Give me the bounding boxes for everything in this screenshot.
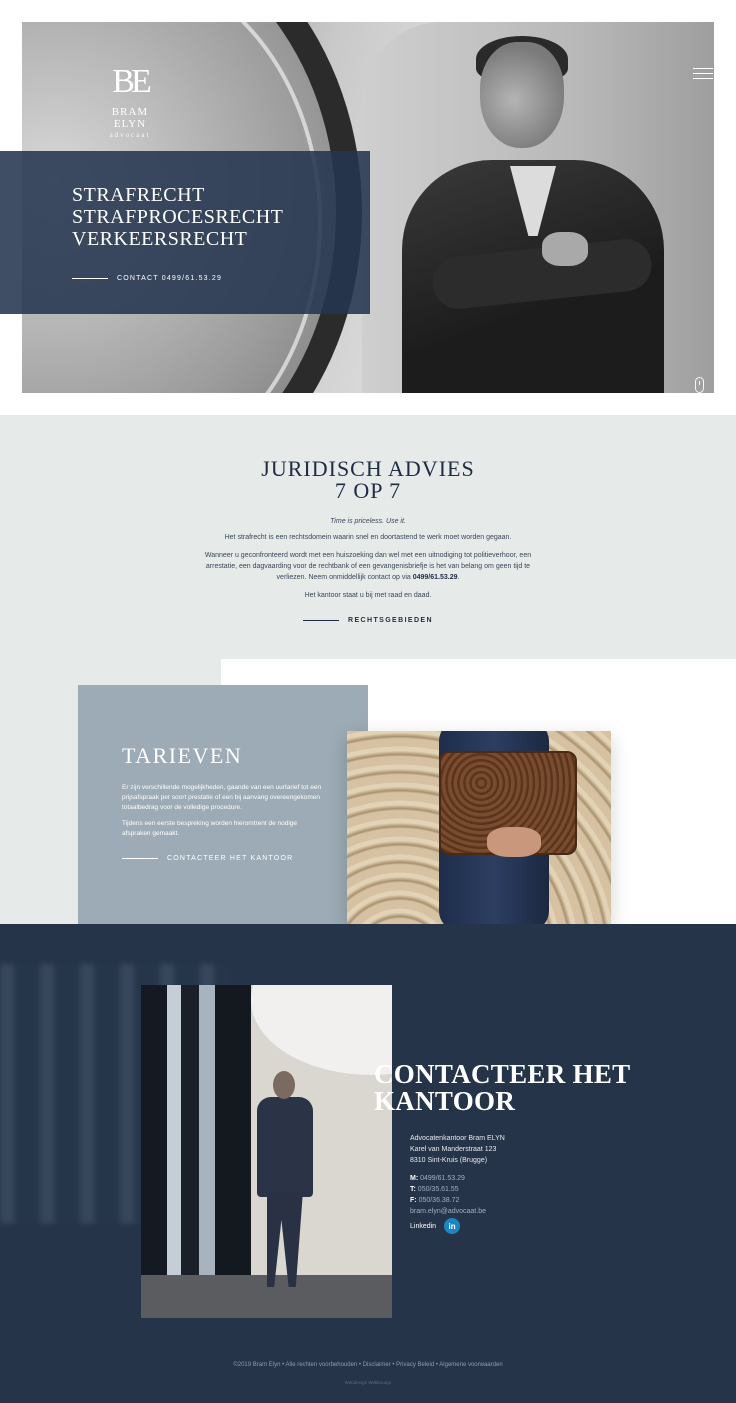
- fax-number: 050/36.38.72: [418, 1197, 460, 1204]
- practice-areas: STRAFRECHT STRAFPROCESRECHT VERKEERSRECH…: [72, 184, 370, 250]
- office-street: Karel van Manderstraat 123: [410, 1146, 497, 1153]
- tarieven-title: TARIEVEN: [122, 743, 243, 768]
- tarieven-paragraph-2: Tijdens een eerste bespreking worden hie…: [122, 820, 298, 837]
- fax-row: F: 050/36.38.72: [410, 1197, 460, 1204]
- advies-paragraph-3: Het kantoor staat u bij met raad en daad…: [304, 592, 432, 599]
- hero-contact-link[interactable]: CONTACT 0499/61.53.29: [72, 275, 370, 282]
- footer-link-terms[interactable]: Algemene voorwaarden: [439, 1362, 502, 1368]
- footer-credit[interactable]: Webdesign Webbourgo: [0, 1380, 736, 1385]
- advies-paragraph-2: Wanneer u geconfronteerd wordt met een h…: [204, 552, 532, 581]
- footer-link-disclaimer[interactable]: Disclaimer: [363, 1362, 391, 1368]
- tel-number: 050/35.61.55: [417, 1186, 459, 1193]
- brand-logo[interactable]: BE BRAM ELYN advocaat: [94, 63, 166, 140]
- footer-link-privacy[interactable]: Privacy Beleid: [396, 1362, 434, 1368]
- footer-copyright: ©2019 Bram Elyn: [233, 1362, 281, 1368]
- brand-tagline: advocaat: [109, 131, 151, 139]
- contact-details: Advocatenkantoor Bram ELYN Karel van Man…: [410, 1133, 505, 1217]
- footer-links: ©2019 Bram Elyn • Alle rechten voorbehou…: [233, 1362, 503, 1368]
- brand-name: BRAM ELYN: [111, 106, 149, 130]
- linkedin-link[interactable]: Linkedin in: [410, 1218, 461, 1234]
- cta-line: [122, 858, 158, 859]
- advies-tagline: Time is priceless. Use it.: [330, 518, 406, 525]
- contact-photo-lawyer: [141, 985, 392, 1318]
- advies-phone[interactable]: 0499/61.53.29: [413, 574, 458, 581]
- mobile-number: 0499/61.53.29: [420, 1175, 465, 1182]
- brand-monogram: BE: [112, 63, 151, 100]
- office-name: Advocatenkantoor Bram ELYN: [410, 1135, 505, 1142]
- mobile-row[interactable]: M: 0499/61.53.29: [410, 1173, 505, 1184]
- contact-title: CONTACTEER HET KANTOOR: [374, 1061, 631, 1115]
- hero-practice-panel: STRAFRECHT STRAFPROCESRECHT VERKEERSRECH…: [0, 151, 370, 314]
- tarieven-paragraph-1: Er zijn verschillende mogelijkheden, gaa…: [122, 784, 322, 811]
- tarieven-card: TARIEVEN Er zijn verschillende mogelijkh…: [78, 685, 368, 924]
- practice-area-strafrecht: STRAFRECHT: [72, 184, 205, 206]
- email-link[interactable]: bram.elyn@advocaat.be: [410, 1206, 505, 1217]
- linkedin-label: Linkedin: [410, 1222, 437, 1230]
- rechtsgebieden-link[interactable]: RECHTSGEBIEDEN: [303, 617, 433, 624]
- briefcase-photo: [347, 731, 611, 924]
- linkedin-icon[interactable]: in: [444, 1218, 461, 1234]
- footer-link-rights[interactable]: Alle rechten voorbehouden: [286, 1362, 358, 1368]
- advies-paragraph-1: Het strafrecht is een rechtsdomein waari…: [224, 534, 512, 541]
- tarieven-contact-link[interactable]: CONTACTEER HET KANTOOR: [122, 855, 368, 862]
- footer: ©2019 Bram Elyn • Alle rechten voorbehou…: [0, 1362, 736, 1385]
- practice-area-verkeersrecht: VERKEERSRECHT: [72, 228, 248, 250]
- rechtsgebieden-label: RECHTSGEBIEDEN: [348, 617, 433, 624]
- hero-photo-lawyer: [402, 36, 672, 393]
- contact-title-line1: CONTACTEER HET: [374, 1059, 631, 1089]
- contact-section: CONTACTEER HET KANTOOR Advocatenkantoor …: [0, 924, 736, 1403]
- hamburger-menu-icon[interactable]: [693, 68, 713, 80]
- advies-title-line2: 7 OP 7: [334, 478, 402, 503]
- cta-line: [72, 278, 108, 279]
- tarieven-contact-label: CONTACTEER HET KANTOOR: [167, 855, 294, 862]
- mouse-scroll-icon[interactable]: [695, 377, 704, 393]
- contact-title-line2: KANTOOR: [374, 1086, 516, 1116]
- practice-area-strafprocesrecht: STRAFPROCESRECHT: [72, 206, 284, 228]
- hero-contact-label: CONTACT 0499/61.53.29: [117, 275, 223, 282]
- office-city: 8310 Sint-Kruis (Brugge): [410, 1157, 488, 1164]
- advies-title: JURIDISCH ADVIES 7 OP 7: [0, 458, 736, 502]
- cta-line: [303, 620, 340, 621]
- tel-row[interactable]: T: 050/35.61.55: [410, 1184, 505, 1195]
- advies-section: JURIDISCH ADVIES 7 OP 7 Time is priceles…: [0, 415, 736, 659]
